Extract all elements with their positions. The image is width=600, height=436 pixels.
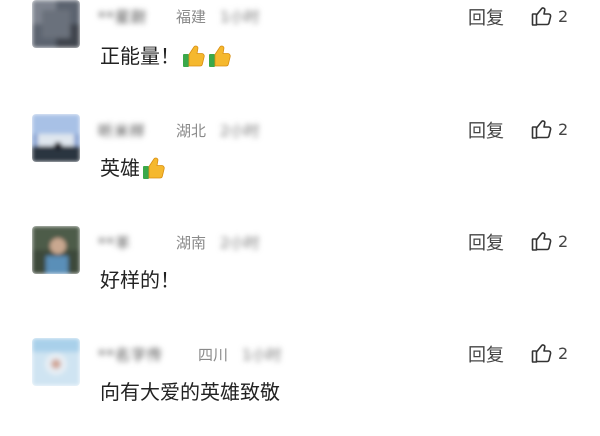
comment-text-row: 英雄 — [100, 152, 166, 181]
comment-text: 向有大爱的英雄致敬 — [100, 380, 280, 404]
reply-button[interactable]: 回复 — [468, 229, 504, 255]
reply-button[interactable]: 回复 — [468, 4, 504, 30]
comment-text-row: 好样的！ — [100, 264, 180, 293]
comment-time: 1小时 — [220, 8, 260, 26]
reply-button[interactable]: 回复 — [468, 117, 504, 143]
comment-item: **羊 湖南 2小时 回复 2 好样的！ — [0, 224, 600, 324]
user-region: 福建 — [176, 8, 207, 26]
like-icon[interactable] — [530, 117, 554, 141]
comment-time: 2小时 — [220, 234, 260, 252]
like-count: 2 — [558, 120, 569, 139]
user-name[interactable]: **羊 — [98, 232, 131, 253]
comment-text-row: 正能量！ — [100, 40, 232, 69]
user-name[interactable]: **名字传 — [98, 344, 163, 365]
user-avatar[interactable] — [32, 114, 80, 162]
comment-item: **星尉 福建 1小时 回复 2 正能量！ — [0, 0, 600, 100]
like-icon[interactable] — [530, 4, 554, 28]
like-icon[interactable] — [530, 341, 554, 365]
comment-text: 正能量！ — [100, 44, 180, 68]
user-name[interactable]: **星尉 — [98, 6, 147, 27]
user-avatar[interactable] — [32, 0, 80, 48]
thumbs-up-emoji-icon — [182, 42, 206, 68]
thumbs-up-emoji-icon — [142, 154, 166, 180]
reply-button[interactable]: 回复 — [468, 341, 504, 367]
like-count: 2 — [558, 232, 569, 251]
thumbs-up-emoji-icon — [208, 42, 232, 68]
comment-text-row: 向有大爱的英雄致敬 — [100, 376, 280, 405]
user-region: 湖南 — [176, 234, 207, 252]
comment-text: 英雄 — [100, 156, 140, 180]
like-count: 2 — [558, 7, 569, 26]
comment-text: 好样的！ — [100, 268, 180, 292]
user-region: 湖北 — [176, 122, 207, 140]
comment-time: 2小时 — [220, 122, 260, 140]
comment-time: 1小时 — [242, 346, 282, 364]
user-region: 四川 — [198, 346, 229, 364]
like-icon[interactable] — [530, 229, 554, 253]
user-name[interactable]: 听米样 — [98, 120, 146, 141]
comment-item: 听米样 湖北 2小时 回复 2 英雄 — [0, 112, 600, 212]
user-avatar[interactable] — [32, 226, 80, 274]
like-count: 2 — [558, 344, 569, 363]
comment-item: **名字传 四川 1小时 回复 2 向有大爱的英雄致敬 — [0, 336, 600, 436]
user-avatar[interactable] — [32, 338, 80, 386]
